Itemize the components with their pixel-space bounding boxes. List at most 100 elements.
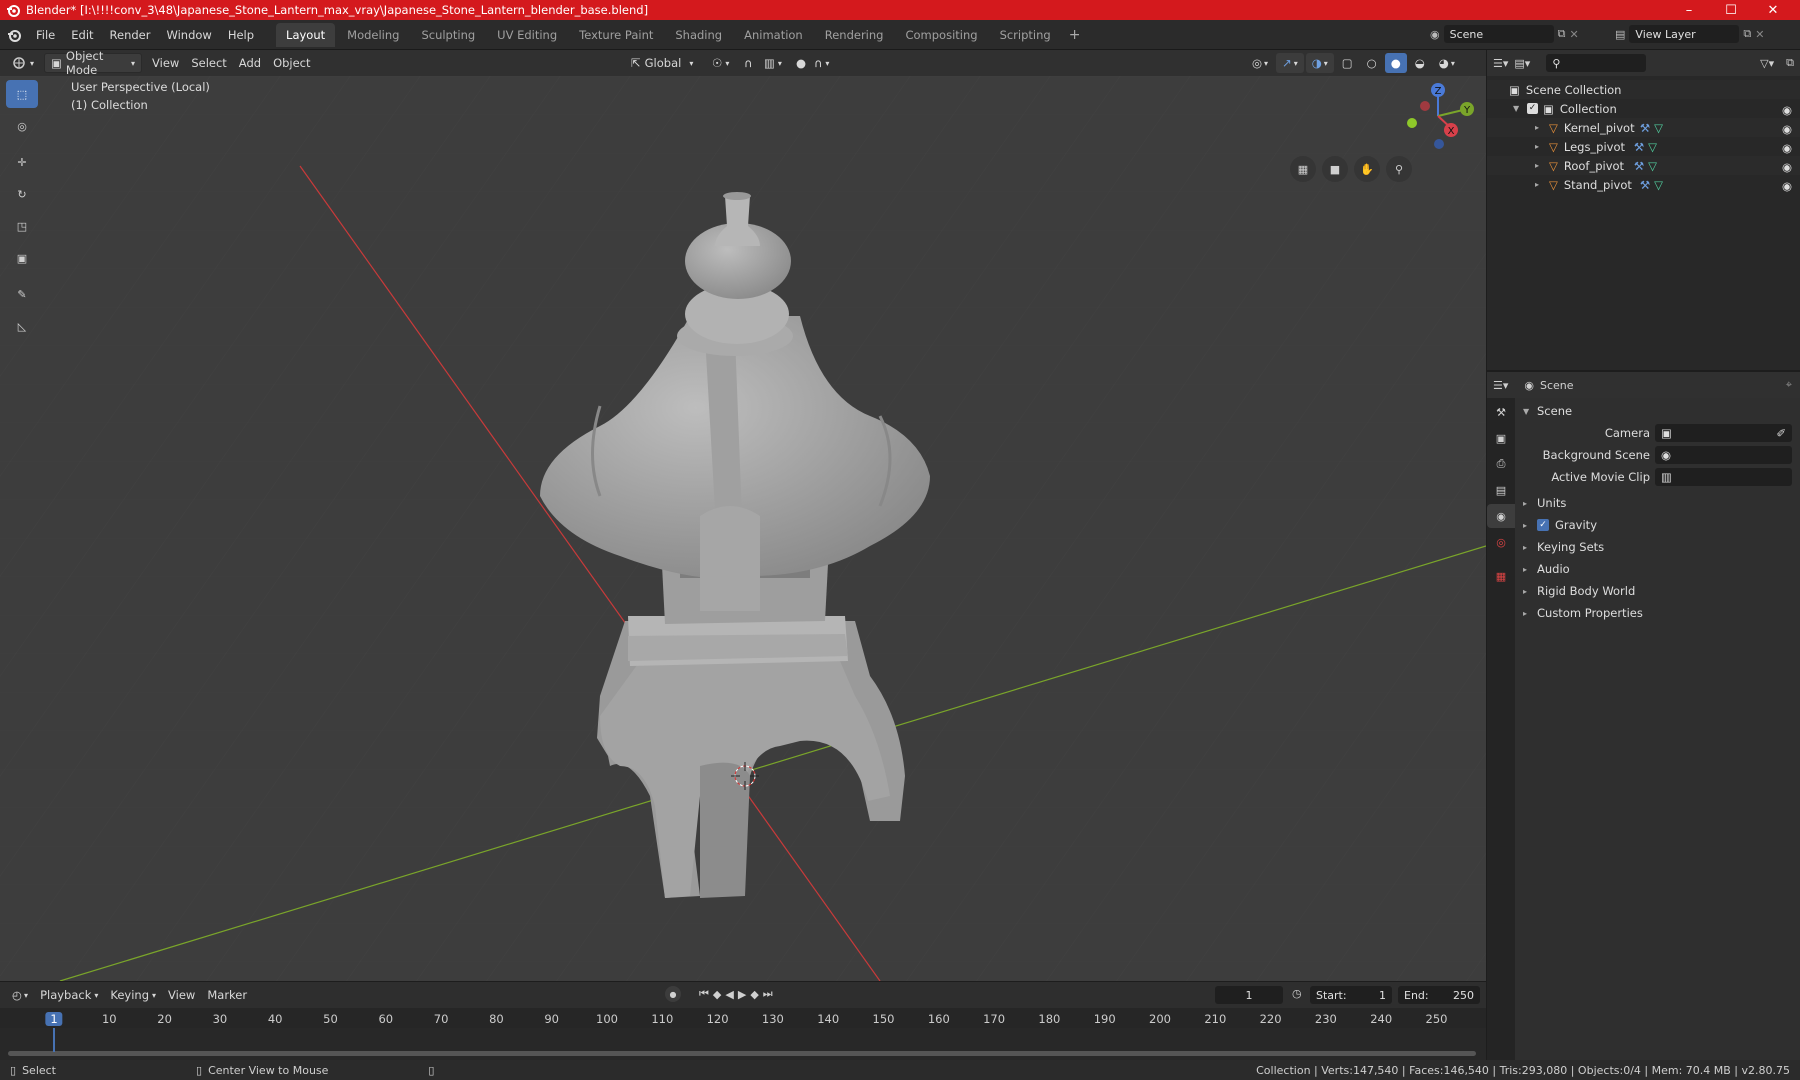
eye-icon[interactable]: ◉: [1782, 103, 1792, 117]
tab-uv-editing[interactable]: UV Editing: [487, 23, 567, 47]
pan-view-button[interactable]: ✋: [1354, 156, 1380, 182]
expand-icon[interactable]: ▼: [1513, 104, 1527, 113]
movie-clip-field[interactable]: ▥: [1655, 468, 1792, 486]
marker-menu[interactable]: Marker: [201, 985, 253, 1005]
scene-field[interactable]: Scene: [1443, 25, 1554, 43]
play-reverse-icon[interactable]: ◀: [725, 988, 733, 1001]
background-scene-field[interactable]: ◉: [1655, 446, 1792, 464]
end-frame-field[interactable]: End: 250: [1398, 986, 1480, 1004]
falloff-dropdown[interactable]: ∩ ▾: [808, 53, 835, 73]
menu-help[interactable]: Help: [220, 25, 262, 45]
record-button[interactable]: ●: [665, 986, 681, 1002]
annotate-tool[interactable]: ✎: [6, 280, 38, 308]
tab-output[interactable]: ⎙: [1487, 452, 1515, 476]
current-frame-field[interactable]: 1: [1215, 986, 1283, 1004]
snap-toggle[interactable]: ∩: [738, 53, 758, 73]
snap-dropdown[interactable]: ▥ ▾: [758, 53, 788, 73]
jump-end-icon[interactable]: ⏭: [763, 987, 773, 1001]
custom-properties-panel-header[interactable]: ▸ Custom Properties: [1515, 602, 1800, 624]
expand-icon[interactable]: ▸: [1535, 161, 1549, 170]
mesh-data-icon[interactable]: ▽: [1648, 140, 1657, 154]
pivot-dropdown[interactable]: ☉ ▾: [706, 53, 735, 73]
outliner-item-roof[interactable]: ▸ ▽ Roof_pivot ⚒ ▽ ◉: [1487, 156, 1800, 175]
keying-menu[interactable]: Keying ▾: [104, 985, 162, 1005]
view-layer-browse-icon[interactable]: ▤: [1615, 28, 1625, 41]
menu-view[interactable]: View: [146, 53, 185, 73]
shading-rendered[interactable]: ◕ ▾: [1433, 53, 1461, 73]
gravity-checkbox[interactable]: ✓: [1537, 519, 1549, 531]
eyedropper-icon[interactable]: ✐: [1776, 426, 1786, 440]
modifier-icon[interactable]: ⚒: [1634, 159, 1644, 173]
new-scene-icon[interactable]: ⧉: [1558, 27, 1566, 41]
modifier-icon[interactable]: ⚒: [1640, 178, 1650, 192]
tab-rendering[interactable]: Rendering: [815, 23, 894, 47]
tab-tool[interactable]: ⚒: [1487, 400, 1515, 424]
view-layer-field[interactable]: View Layer: [1629, 25, 1740, 43]
outliner-item-stand[interactable]: ▸ ▽ Stand_pivot ⚒ ▽ ◉: [1487, 175, 1800, 194]
timeline-editor-type-button[interactable]: ◴ ▾: [6, 985, 34, 1005]
filter-icon[interactable]: ▽▾: [1760, 57, 1774, 70]
display-mode-icon[interactable]: ▤▾: [1514, 57, 1530, 70]
expand-icon[interactable]: ▸: [1535, 123, 1549, 132]
pin-icon[interactable]: ⌖: [1786, 378, 1792, 392]
toggle-grid-view-button[interactable]: ▦: [1290, 156, 1316, 182]
tab-texture-paint[interactable]: Texture Paint: [569, 23, 663, 47]
outliner-collection-row[interactable]: ▼ ✓ ▣ Collection ◉: [1487, 99, 1800, 118]
outliner-item-kernel[interactable]: ▸ ▽ Kernel_pivot ⚒ ▽ ◉: [1487, 118, 1800, 137]
eye-icon[interactable]: ◉: [1782, 179, 1792, 193]
collection-checkbox[interactable]: ✓: [1527, 103, 1538, 114]
outliner-editor-icon[interactable]: ☰▾: [1493, 57, 1508, 70]
start-frame-field[interactable]: Start: 1: [1310, 986, 1392, 1004]
timeline-view-menu[interactable]: View: [162, 985, 201, 1005]
units-panel-header[interactable]: ▸ Units: [1515, 492, 1800, 514]
tab-scripting[interactable]: Scripting: [990, 23, 1061, 47]
shading-wireframe[interactable]: ○: [1361, 53, 1383, 73]
menu-file[interactable]: File: [28, 25, 63, 45]
menu-edit[interactable]: Edit: [63, 25, 101, 45]
navigation-gizmo[interactable]: Z Y X: [1395, 76, 1485, 156]
scale-tool[interactable]: ◳: [6, 212, 38, 240]
eye-icon[interactable]: ◉: [1782, 160, 1792, 174]
timer-icon[interactable]: ◷: [1292, 987, 1302, 1000]
next-keyframe-icon[interactable]: ◆: [750, 988, 758, 1001]
jump-start-icon[interactable]: ⏮: [699, 987, 709, 1001]
maximize-button[interactable]: ☐: [1710, 0, 1752, 20]
playback-menu[interactable]: Playback ▾: [34, 985, 104, 1005]
mode-dropdown[interactable]: ▣ Object Mode ▾: [44, 49, 143, 77]
cursor-tool[interactable]: ◎: [6, 112, 38, 140]
delete-scene-icon[interactable]: ✕: [1569, 28, 1578, 41]
close-window-button[interactable]: ✕: [1752, 0, 1794, 20]
gravity-panel-header[interactable]: ▸ ✓ Gravity: [1515, 514, 1800, 536]
properties-editor-icon[interactable]: ☰▾: [1493, 379, 1508, 392]
scene-panel-header[interactable]: ▼ Scene: [1515, 400, 1800, 422]
audio-panel-header[interactable]: ▸ Audio: [1515, 558, 1800, 580]
menu-select[interactable]: Select: [185, 53, 232, 73]
prev-keyframe-icon[interactable]: ◆: [713, 988, 721, 1001]
xray-toggle[interactable]: ▢: [1336, 53, 1359, 73]
rotate-tool[interactable]: ↻: [6, 180, 38, 208]
menu-render[interactable]: Render: [102, 25, 159, 45]
current-frame-marker[interactable]: 1: [45, 1012, 63, 1026]
playhead-line[interactable]: [53, 1028, 55, 1052]
tab-sculpting[interactable]: Sculpting: [411, 23, 485, 47]
gizmo-toggle[interactable]: ↗ ▾: [1276, 53, 1304, 73]
orientation-dropdown[interactable]: ⇱ Global ▾: [625, 53, 699, 73]
tab-shading[interactable]: Shading: [665, 23, 732, 47]
timeline-scrollbar[interactable]: [8, 1051, 1476, 1056]
mesh-data-icon[interactable]: ▽: [1648, 159, 1657, 173]
outliner-item-legs[interactable]: ▸ ▽ Legs_pivot ⚒ ▽ ◉: [1487, 137, 1800, 156]
move-tool[interactable]: ✛: [6, 148, 38, 176]
zoom-view-button[interactable]: ⚲: [1386, 156, 1412, 182]
select-box-tool[interactable]: ⬚: [6, 80, 38, 108]
outliner-scene-collection[interactable]: ▣ Scene Collection: [1487, 80, 1800, 99]
add-workspace-icon[interactable]: +: [1069, 27, 1081, 43]
tab-render[interactable]: ▣: [1487, 426, 1515, 450]
delete-view-layer-icon[interactable]: ✕: [1755, 28, 1764, 41]
tab-animation[interactable]: Animation: [734, 23, 813, 47]
overlay-toggle[interactable]: ◑ ▾: [1305, 53, 1334, 73]
modifier-icon[interactable]: ⚒: [1640, 121, 1650, 135]
mesh-data-icon[interactable]: ▽: [1654, 178, 1663, 192]
new-view-layer-icon[interactable]: ⧉: [1743, 27, 1751, 41]
timeline-area[interactable]: 1 10 20 30 40 50 60 70 80 90 100 110 120 130 140 150 160…: [0, 1008, 1486, 1060]
tab-scene[interactable]: ◉: [1487, 504, 1515, 528]
